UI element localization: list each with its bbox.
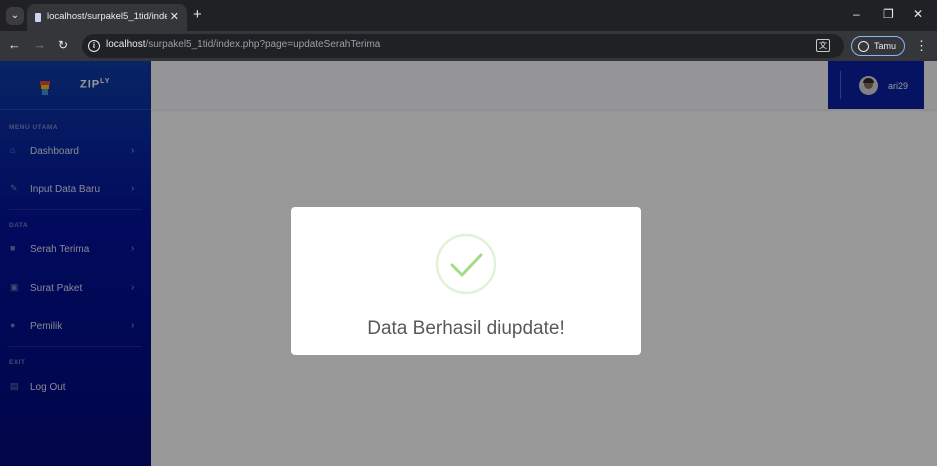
- minimize-icon[interactable]: –: [853, 7, 860, 21]
- tab-title: localhost/surpakel5_1tid/index.: [47, 11, 167, 22]
- browser-tab[interactable]: localhost/surpakel5_1tid/index. ✕: [27, 4, 187, 31]
- tab-search-button[interactable]: ⌄: [6, 7, 24, 25]
- browser-menu-icon[interactable]: ⋮: [915, 38, 928, 54]
- dialog-title: Data Berhasil diupdate!: [367, 318, 565, 339]
- restore-icon[interactable]: ❐: [883, 7, 894, 21]
- profile-button[interactable]: Tamu: [851, 36, 905, 56]
- back-icon[interactable]: ←: [8, 38, 21, 52]
- profile-label: Tamu: [874, 41, 897, 51]
- close-window-icon[interactable]: ✕: [913, 7, 923, 21]
- forward-icon[interactable]: →: [33, 38, 46, 52]
- site-info-icon[interactable]: i: [88, 40, 100, 52]
- tab-close-icon[interactable]: ✕: [170, 10, 179, 23]
- browser-toolbar: ← → ↻ i localhost/surpakel5_1tid/index.p…: [0, 31, 937, 61]
- translate-icon[interactable]: 文: [816, 39, 830, 52]
- address-bar[interactable]: i localhost/surpakel5_1tid/index.php?pag…: [82, 34, 844, 58]
- browser-chrome: ⌄ localhost/surpakel5_1tid/index. ✕ + – …: [0, 0, 937, 61]
- success-dialog: Data Berhasil diupdate!: [291, 207, 641, 355]
- url-text[interactable]: localhost/surpakel5_1tid/index.php?page=…: [106, 39, 380, 50]
- page: ZIPLY MENU UTAMA ⌂ Dashboard › ✎ Input D…: [0, 61, 937, 466]
- reload-icon[interactable]: ↻: [58, 38, 68, 52]
- profile-icon: [858, 41, 869, 52]
- tab-bar: ⌄ localhost/surpakel5_1tid/index. ✕ + – …: [0, 0, 937, 31]
- new-tab-button[interactable]: +: [193, 7, 202, 22]
- favicon-icon: [35, 13, 41, 22]
- success-check-icon: [435, 233, 497, 295]
